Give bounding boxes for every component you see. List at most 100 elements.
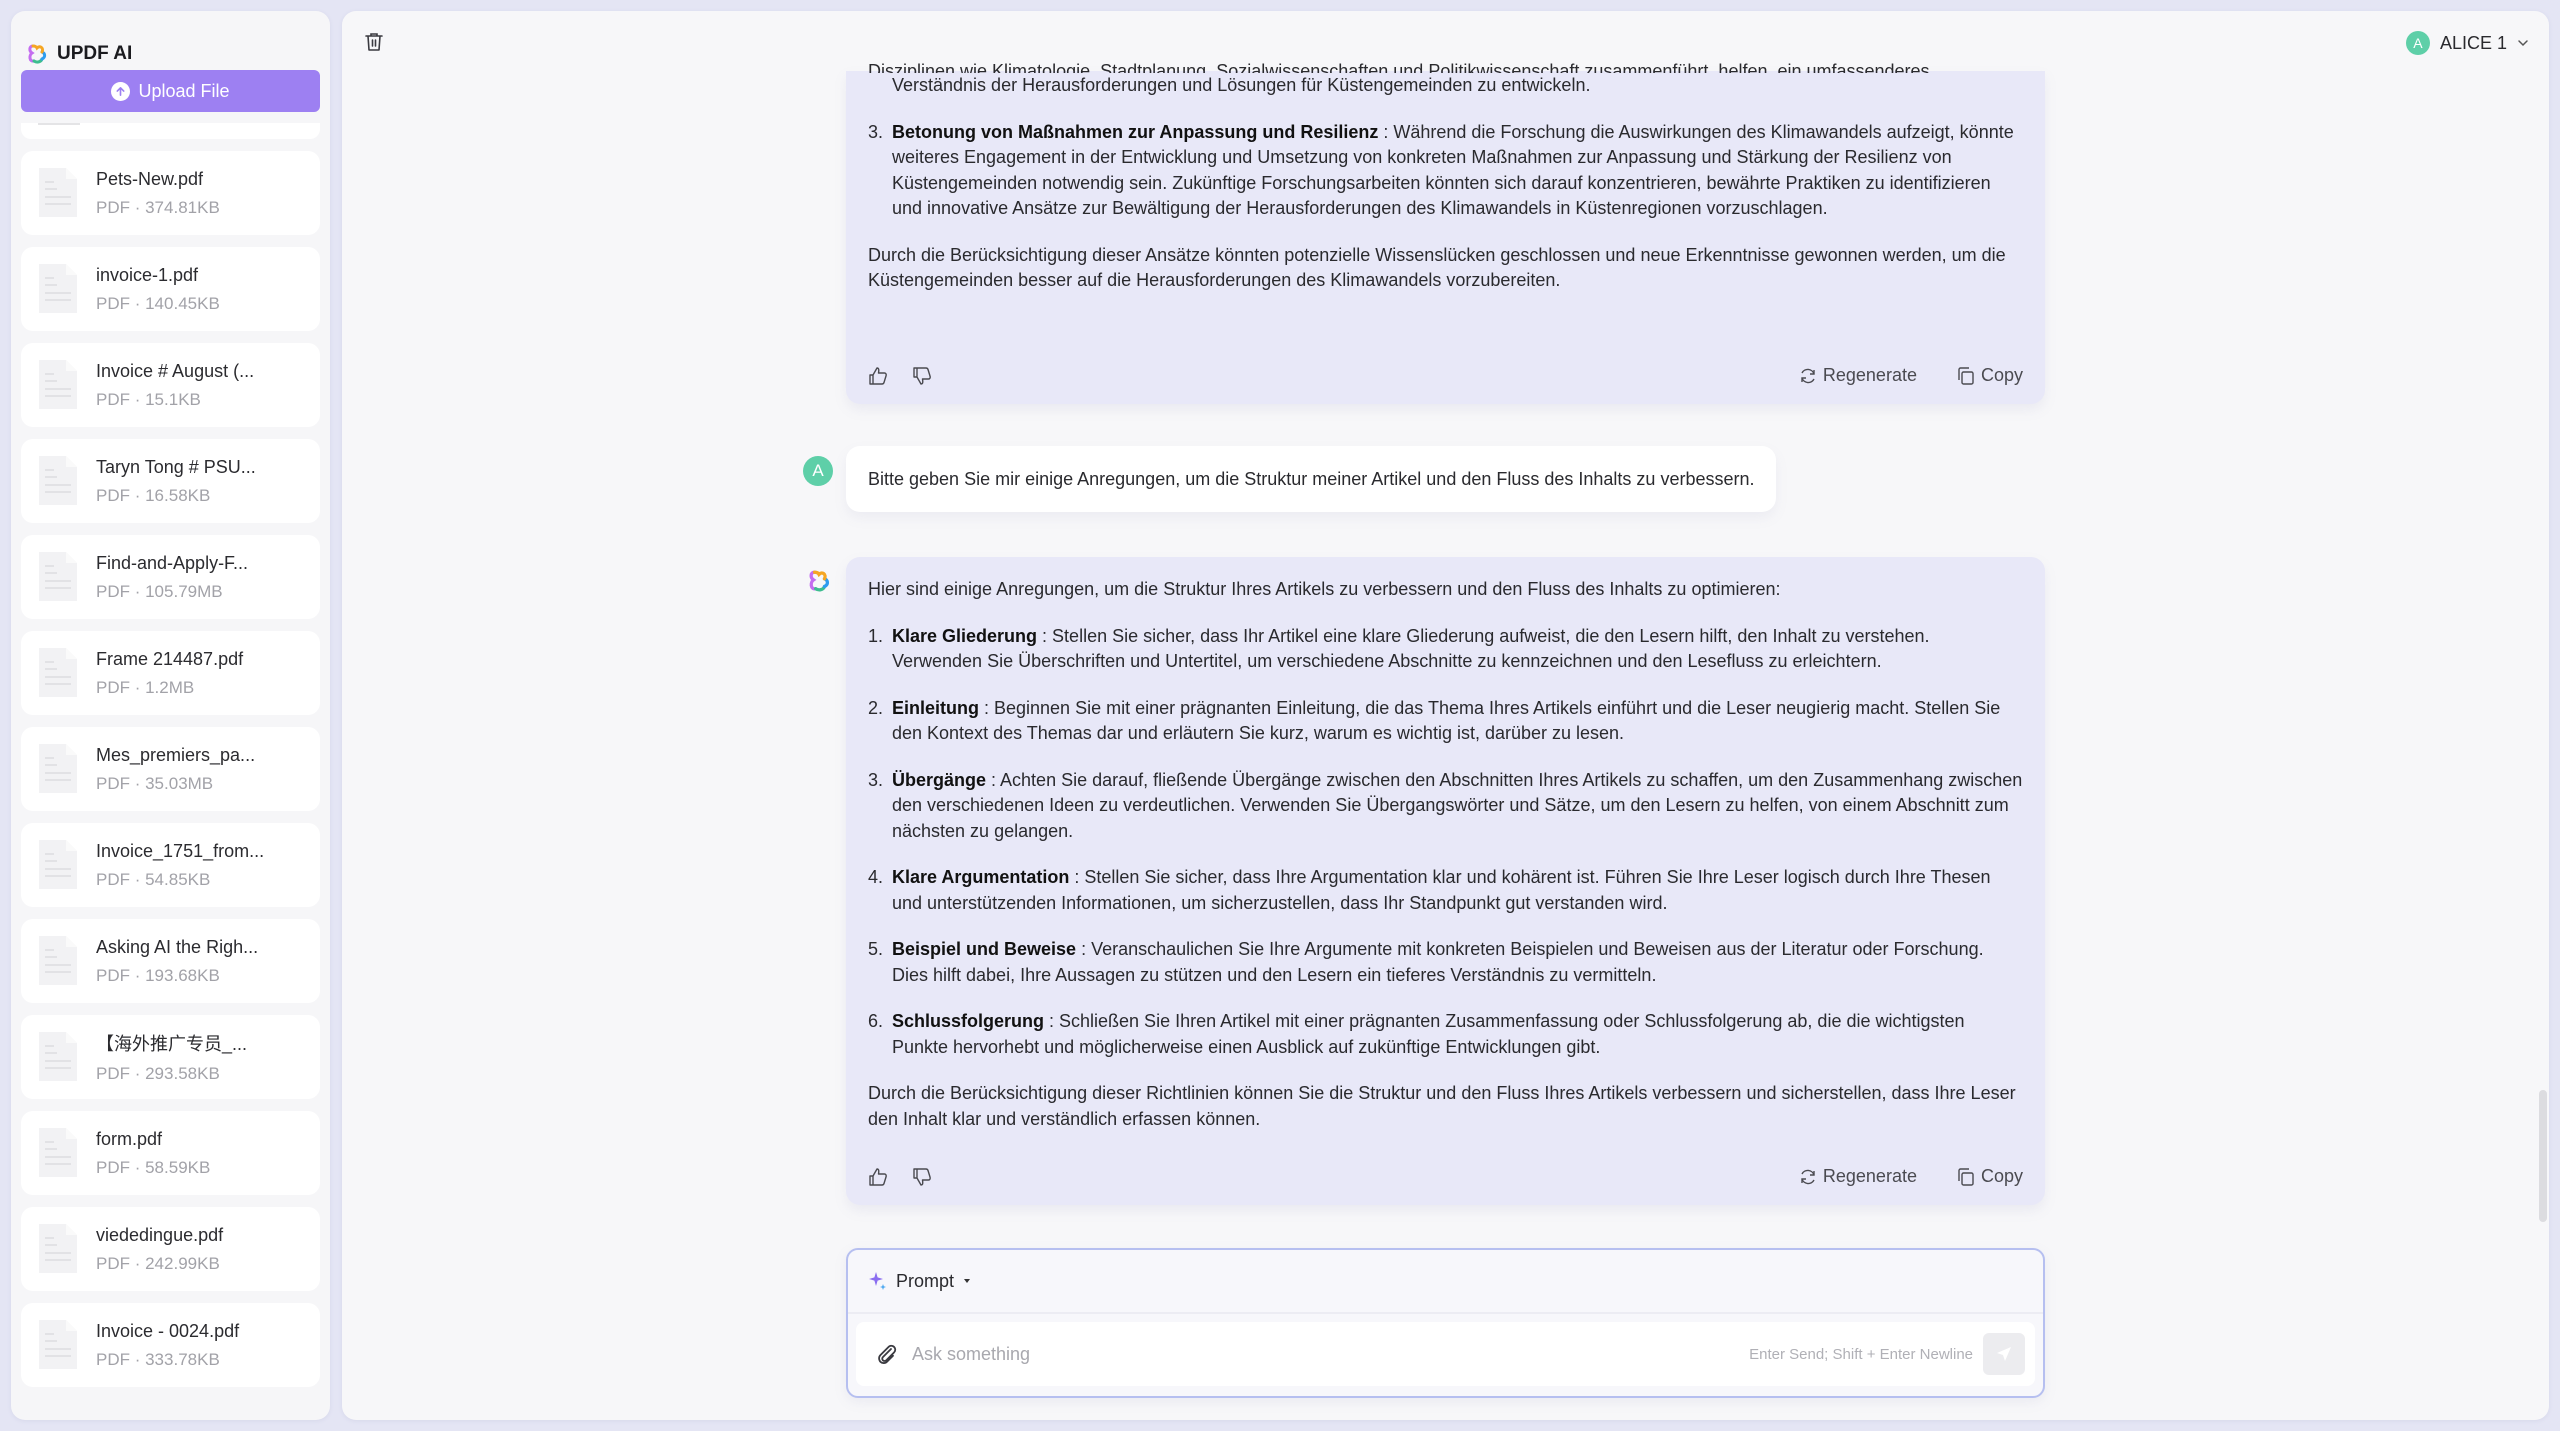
file-item[interactable]: Frame 214487.pdf PDF · 1.2MB <box>21 631 320 715</box>
list-item: 4. Klare Argumentation : Stellen Sie sich… <box>868 865 2023 916</box>
file-list[interactable]: Pets-New.pdf PDF · 374.81KB invoice-1.pdf P… <box>21 123 320 1420</box>
file-item[interactable]: Invoice - 0024.pdf PDF · 333.78KB <box>21 1303 320 1387</box>
file-info: invoice-1.pdf PDF · 140.45KB <box>96 265 220 314</box>
attach-button[interactable] <box>876 1342 898 1366</box>
list-number: 1. <box>868 625 884 646</box>
prompt-box: Prompt Enter Send; Shift + Enter Newline <box>846 1248 2045 1398</box>
file-name: Asking AI the Righ... <box>96 936 259 957</box>
user-menu[interactable]: A ALICE 1 <box>2405 29 2529 57</box>
brand: UPDF AI <box>27 39 132 69</box>
prompt-mode-dropdown[interactable]: Prompt <box>868 1266 972 1296</box>
refresh-icon <box>1801 368 1815 384</box>
file-meta: PDF · 35.03MB <box>96 773 214 793</box>
file-item[interactable]: viededingue.pdf PDF · 242.99KB <box>21 1207 320 1291</box>
list-item-title: Übergänge <box>892 769 987 790</box>
prompt-mode-label: Prompt <box>896 1270 955 1291</box>
file-info: Mes_premiers_pa... PDF · 35.03MB <box>96 745 255 794</box>
thumbs-up-button[interactable] <box>868 366 888 386</box>
pdf-file-icon <box>36 934 80 988</box>
list-item-title: Klare Argumentation <box>892 867 1070 887</box>
thumbs-up-button[interactable] <box>868 1167 888 1187</box>
list-text: Klare Gliederung : Stellen Sie sicher, d… <box>892 624 2023 675</box>
copy-button[interactable]: Copy <box>1957 1164 2023 1190</box>
file-meta: PDF · 16.58KB <box>96 485 211 505</box>
thumbs-down-icon <box>913 1168 931 1186</box>
file-meta: PDF · 140.45KB <box>96 293 220 313</box>
list-item-title: Klare Gliederung <box>892 625 1038 646</box>
chevron-down-icon <box>2518 40 2528 47</box>
file-meta: PDF · 293.58KB <box>96 1064 220 1083</box>
file-item[interactable]: Find-and-Apply-F... PDF · 105.79MB <box>21 535 320 619</box>
list-number: 3. <box>868 121 884 142</box>
send-button[interactable] <box>1983 1333 2025 1375</box>
file-info: Asking AI the Righ... PDF · 193.68KB <box>96 937 258 986</box>
clear-chat-button[interactable] <box>362 29 386 55</box>
intro-text: Hier sind einige Anregungen, um die Stru… <box>868 579 1781 599</box>
upload-file-label: Upload File <box>138 80 230 101</box>
file-info: Invoice_1751_from... PDF · 54.85KB <box>96 841 264 890</box>
chat-scrollbar[interactable] <box>2539 1090 2547 1222</box>
file-meta: PDF · 242.99KB <box>96 1253 220 1273</box>
regenerate-label: Regenerate <box>1822 1166 1917 1187</box>
thumbs-up-icon <box>869 1168 887 1186</box>
regenerate-button[interactable]: Regenerate <box>1799 363 1917 389</box>
list-item-body: : Achten Sie darauf, fließende Übergänge… <box>892 769 2023 841</box>
list-text: Schlussfolgerung : Schließen Sie Ihren A… <box>892 1009 2023 1060</box>
list-item-body: : Stellen Sie sicher, dass Ihr Artikel e… <box>892 625 1930 672</box>
file-item[interactable]: Asking AI the Righ... PDF · 193.68KB <box>21 919 320 1003</box>
conclusion-text: Durch die Berücksichtigung dieser Richtl… <box>868 1083 2016 1129</box>
file-name: Invoice - 0024.pdf <box>96 1320 240 1341</box>
file-meta: PDF · 58.59KB <box>96 1157 211 1177</box>
thumbs-down-icon <box>913 367 931 385</box>
ai-avatar-icon <box>809 570 830 592</box>
list-item: 5. Beispiel und Beweise : Veranschauliche… <box>868 937 2023 988</box>
list-item: 3. Übergänge : Achten Sie darauf, fließen… <box>868 768 2023 845</box>
copy-label: Copy <box>1980 365 2023 386</box>
file-name: Frame 214487.pdf <box>96 648 244 669</box>
thumbs-down-button[interactable] <box>912 1167 932 1187</box>
file-item[interactable]: 【海外推广专员_... PDF · 293.58KB <box>21 1015 320 1099</box>
thumbs-up-icon <box>869 367 887 385</box>
list-text: Klare Argumentation : Stellen Sie sicher… <box>892 865 2023 916</box>
file-item[interactable]: Invoice # August (... PDF · 15.1KB <box>21 343 320 427</box>
file-item[interactable]: invoice-1.pdf PDF · 140.45KB <box>21 247 320 331</box>
file-item[interactable]: Invoice_1751_from... PDF · 54.85KB <box>21 823 320 907</box>
upload-file-button[interactable]: Upload File <box>21 70 320 112</box>
pdf-file-icon <box>36 1222 80 1276</box>
file-item-partial[interactable] <box>21 123 320 139</box>
file-info: 【海外推广专员_... PDF · 293.58KB <box>96 1030 247 1084</box>
pdf-file-icon <box>36 838 80 892</box>
file-info: Taryn Tong # PSU... PDF · 16.58KB <box>96 457 256 506</box>
pdf-file-icon <box>36 166 80 220</box>
file-item[interactable]: Pets-New.pdf PDF · 374.81KB <box>21 151 320 235</box>
list-text: Einleitung : Beginnen Sie mit einer präg… <box>892 696 2023 747</box>
file-info: Invoice # August (... PDF · 15.1KB <box>96 361 254 410</box>
prompt-input-row: Enter Send; Shift + Enter Newline <box>856 1322 2035 1386</box>
regenerate-button[interactable]: Regenerate <box>1799 1164 1917 1190</box>
suggestion-list: 1. Klare Gliederung : Stellen Sie sicher,… <box>868 624 2023 1061</box>
pdf-file-icon <box>36 1318 80 1372</box>
file-item[interactable]: Mes_premiers_pa... PDF · 35.03MB <box>21 727 320 811</box>
divider <box>848 1312 2043 1314</box>
file-name: Pets-New.pdf <box>96 168 204 189</box>
file-name: Invoice # August (... <box>96 360 255 381</box>
file-info: Pets-New.pdf PDF · 374.81KB <box>96 169 220 218</box>
copy-label: Copy <box>1980 1166 2023 1187</box>
ask-input[interactable] <box>912 1343 1750 1365</box>
copy-icon <box>1958 367 1974 385</box>
list-item: 1. Klare Gliederung : Stellen Sie sicher,… <box>868 624 2023 675</box>
copy-icon <box>1958 1168 1974 1186</box>
list-item: 6. Schlussfolgerung : Schließen Sie Ihren… <box>868 1009 2023 1060</box>
file-item[interactable]: Taryn Tong # PSU... PDF · 16.58KB <box>21 439 320 523</box>
thumbs-down-button[interactable] <box>912 366 932 386</box>
refresh-icon <box>1801 1169 1815 1185</box>
regenerate-label: Regenerate <box>1822 365 1917 386</box>
pdf-file-icon <box>36 358 80 412</box>
user-message: Bitte geben Sie mir einige Anregungen, u… <box>846 446 1777 512</box>
file-item[interactable]: form.pdf PDF · 58.59KB <box>21 1111 320 1195</box>
suggestion-list: 3. Betonung von Maßnahmen zur Anpassung … <box>868 120 2023 222</box>
list-number: 6. <box>868 1011 884 1031</box>
list-text: Beispiel und Beweise : Veranschaulichen … <box>892 937 2023 988</box>
copy-button[interactable]: Copy <box>1957 363 2023 389</box>
file-meta: PDF · 105.79MB <box>96 581 223 601</box>
